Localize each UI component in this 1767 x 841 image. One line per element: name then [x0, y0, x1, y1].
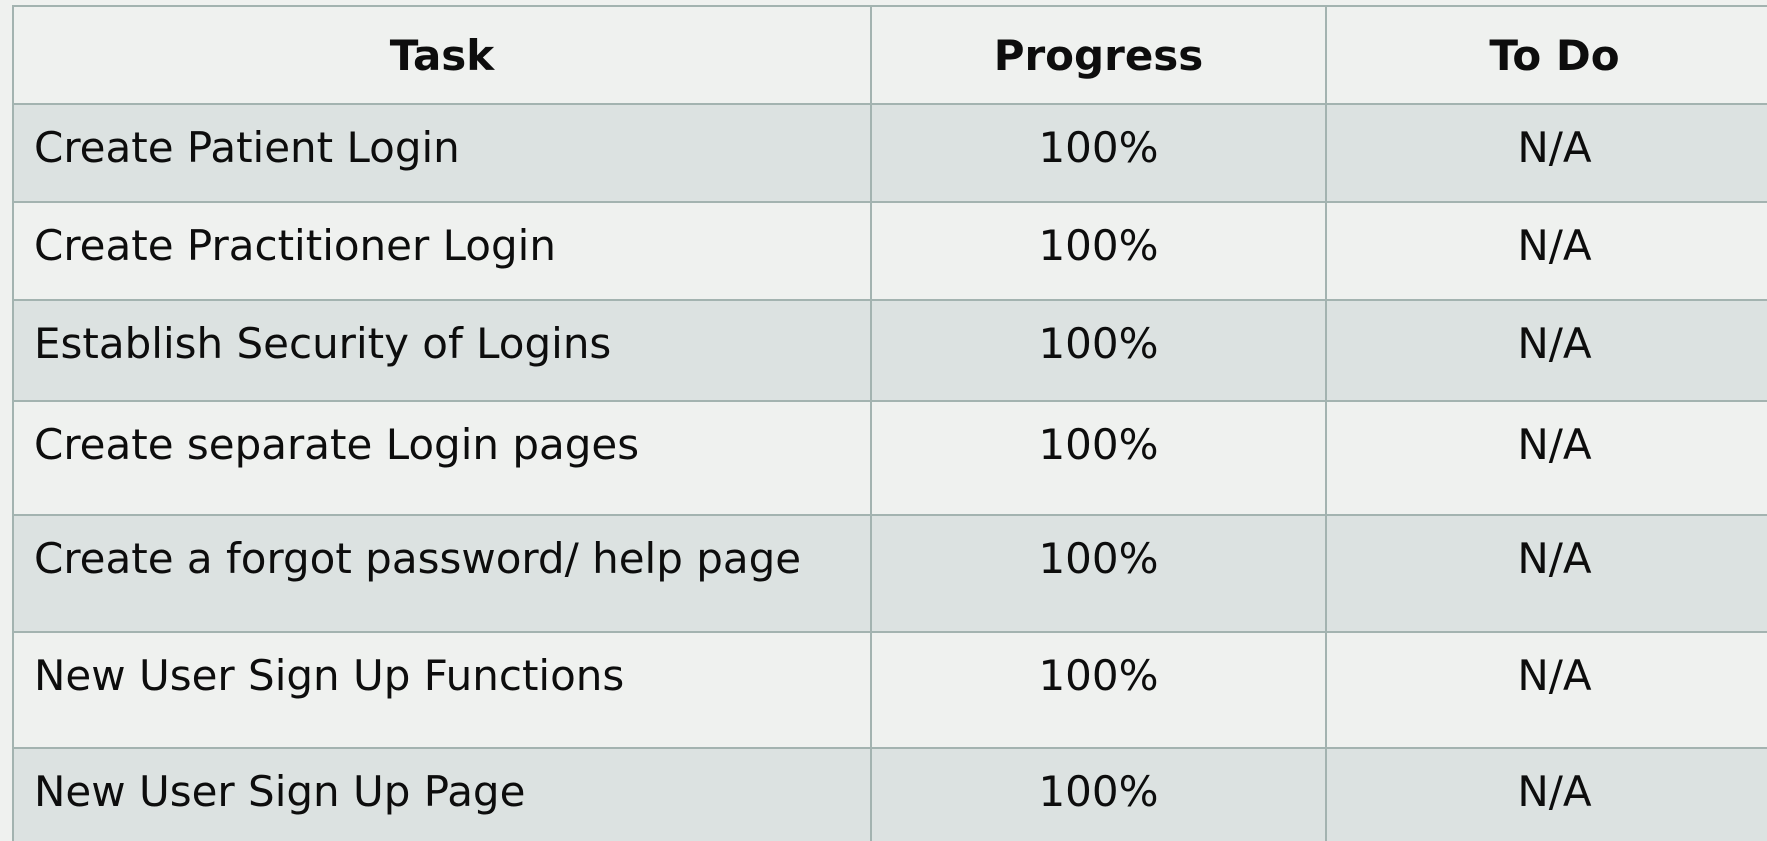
table-row: Establish Security of Logins 100% N/A [12, 299, 1767, 402]
table-row: Create a forgot password/ help page 100%… [12, 514, 1767, 633]
task-cell: New User Sign Up Page [12, 747, 872, 841]
todo-cell: N/A [1325, 514, 1767, 633]
progress-cell: 100% [870, 514, 1327, 633]
progress-cell: 100% [870, 400, 1327, 516]
task-cell: Create a forgot password/ help page [12, 514, 872, 633]
progress-table: Task Progress To Do Create Patient Login… [12, 5, 1767, 841]
todo-cell: N/A [1325, 400, 1767, 516]
progress-cell: 100% [870, 103, 1327, 203]
task-cell: Create Practitioner Login [12, 201, 872, 301]
slide: Task Progress To Do Create Patient Login… [0, 0, 1767, 841]
table-row: New User Sign Up Functions 100% N/A [12, 631, 1767, 749]
todo-cell: N/A [1325, 631, 1767, 749]
progress-cell: 100% [870, 747, 1327, 841]
table-row: Create Practitioner Login 100% N/A [12, 201, 1767, 301]
table-header-row: Task Progress To Do [12, 5, 1767, 105]
header-task: Task [12, 5, 872, 105]
todo-cell: N/A [1325, 747, 1767, 841]
todo-cell: N/A [1325, 103, 1767, 203]
task-cell: Create separate Login pages [12, 400, 872, 516]
task-cell: Establish Security of Logins [12, 299, 872, 402]
table-row: Create separate Login pages 100% N/A [12, 400, 1767, 516]
table-row: New User Sign Up Page 100% N/A [12, 747, 1767, 841]
todo-cell: N/A [1325, 299, 1767, 402]
progress-cell: 100% [870, 201, 1327, 301]
header-todo: To Do [1325, 5, 1767, 105]
task-cell: New User Sign Up Functions [12, 631, 872, 749]
header-progress: Progress [870, 5, 1327, 105]
task-cell: Create Patient Login [12, 103, 872, 203]
progress-cell: 100% [870, 631, 1327, 749]
progress-cell: 100% [870, 299, 1327, 402]
todo-cell: N/A [1325, 201, 1767, 301]
table-row: Create Patient Login 100% N/A [12, 103, 1767, 203]
